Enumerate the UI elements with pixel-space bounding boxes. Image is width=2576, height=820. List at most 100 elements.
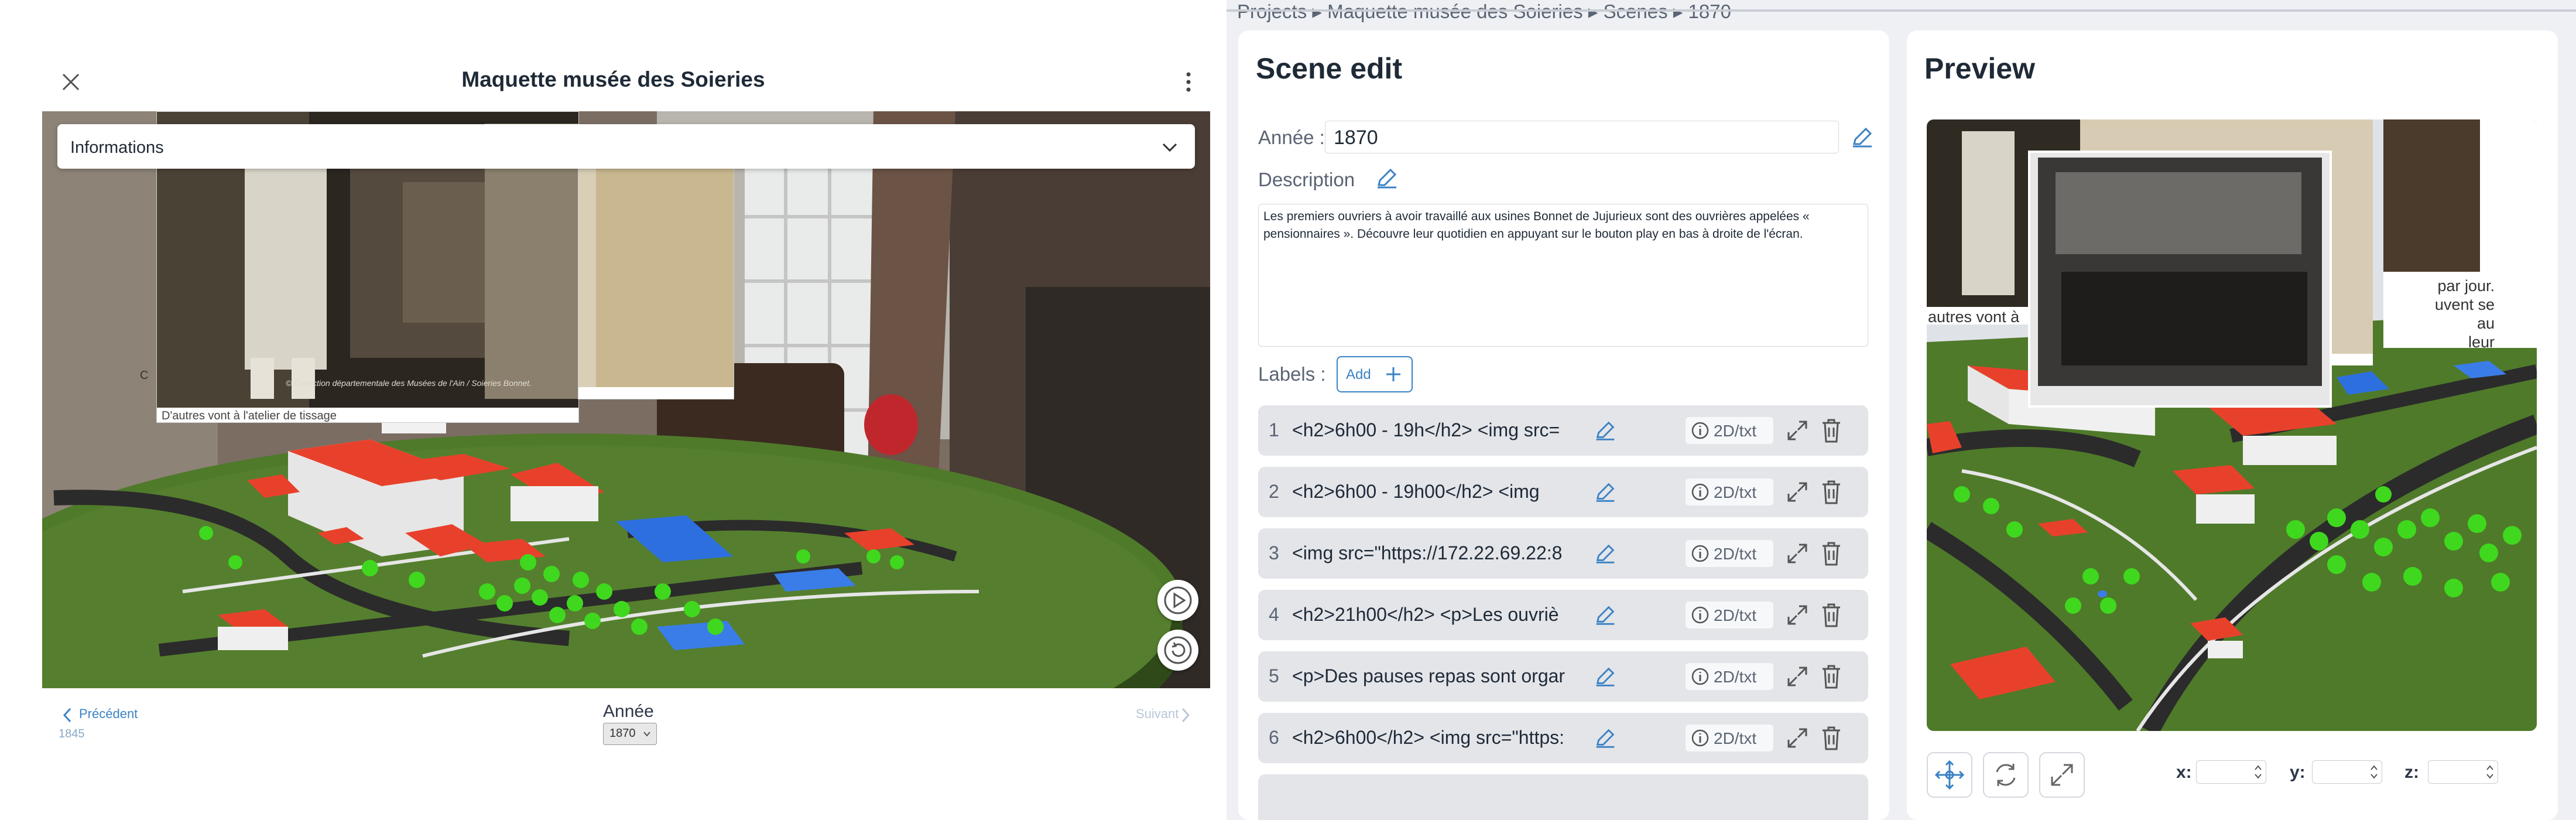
expand-icon[interactable] bbox=[1785, 726, 1810, 750]
info-icon bbox=[1691, 483, 1709, 501]
add-label-button[interactable]: Add bbox=[1337, 356, 1413, 392]
preview-panel: Preview autres vont à par jour. uvent se… bbox=[1907, 30, 2558, 820]
scene-navigation: Précédent 1845 Année 1870 Suivant bbox=[0, 697, 1227, 767]
label-row[interactable]: 6 <h2>6h00</h2> <img src="https: 2D/txt bbox=[1258, 713, 1868, 763]
description-label: Description bbox=[1258, 169, 1355, 190]
expand-icon bbox=[2051, 764, 2073, 786]
trash-icon[interactable] bbox=[1819, 540, 1844, 567]
edit-pencil-icon[interactable] bbox=[1593, 726, 1618, 750]
label-row-partial[interactable] bbox=[1258, 774, 1868, 820]
background-photo-card bbox=[578, 146, 734, 399]
expand-icon[interactable] bbox=[1785, 480, 1810, 504]
move-tool-button[interactable] bbox=[1927, 752, 1972, 798]
label-content: <h2>21h00</h2> <p>Les ouvriè bbox=[1292, 604, 1559, 625]
label-row[interactable]: 5 <p>Des pauses repas sont orgar 2D/txt bbox=[1258, 651, 1868, 702]
label-content: <h2>6h00 - 19h</h2> <img src= bbox=[1292, 419, 1560, 440]
informations-dropdown[interactable]: Informations bbox=[57, 124, 1195, 169]
preview-caption-line: par jour. bbox=[2437, 277, 2495, 295]
labels-label: Labels : bbox=[1258, 363, 1326, 385]
preview-title: Preview bbox=[1924, 52, 2036, 85]
edit-pencil-icon[interactable] bbox=[1593, 603, 1618, 627]
left-header: Maquette musée des Soieries bbox=[0, 56, 1227, 108]
year-select-value: 1870 bbox=[609, 727, 636, 740]
preview-caption-left: autres vont à bbox=[1928, 308, 2020, 326]
info-icon bbox=[1691, 668, 1709, 685]
page-title: Maquette musée des Soieries bbox=[461, 67, 765, 91]
trash-icon[interactable] bbox=[1819, 663, 1844, 690]
edit-pencil-icon[interactable] bbox=[1849, 124, 1875, 150]
label-type-text: 2D/txt bbox=[1714, 483, 1757, 501]
label-row[interactable]: 2 <h2>6h00 - 19h00</h2> <img 2D/txt bbox=[1258, 467, 1868, 517]
edit-pencil-icon[interactable] bbox=[1593, 418, 1618, 443]
y-coordinate-input[interactable] bbox=[2312, 760, 2382, 784]
rotate-tool-button[interactable] bbox=[1983, 752, 2029, 798]
refresh-icon bbox=[1164, 636, 1192, 664]
label-number: 3 bbox=[1269, 542, 1279, 563]
plus-icon bbox=[1386, 367, 1400, 381]
label-number: 1 bbox=[1269, 419, 1279, 440]
label-type-text: 2D/txt bbox=[1714, 422, 1757, 440]
description-textarea[interactable]: Les premiers ouvriers à avoir travaillé … bbox=[1258, 204, 1868, 347]
move-arrows-icon bbox=[1934, 760, 1965, 790]
preview-caption-right: par jour. uvent se au leur bbox=[2413, 276, 2495, 351]
label-content: <h2>6h00</h2> <img src="https: bbox=[1292, 727, 1565, 748]
label-content: <img src="https://172.22.69.22:8 bbox=[1292, 542, 1563, 563]
label-number: 4 bbox=[1269, 604, 1279, 625]
year-input[interactable]: 1870 bbox=[1325, 121, 1839, 153]
photo-credit: © Collection départementale des Musées d… bbox=[286, 378, 532, 388]
ar-camera-view[interactable]: © Collection départementale des Musées d… bbox=[42, 111, 1210, 688]
label-type-badge[interactable]: 2D/txt bbox=[1686, 725, 1773, 751]
reset-view-button[interactable] bbox=[1157, 630, 1198, 671]
add-label-text: Add bbox=[1346, 367, 1371, 382]
preview-3d-viewport[interactable]: autres vont à par jour. uvent se au leur bbox=[1927, 119, 2537, 731]
expand-icon[interactable] bbox=[1785, 664, 1810, 689]
expand-icon[interactable] bbox=[1785, 418, 1810, 443]
year-select[interactable]: 1870 bbox=[603, 723, 657, 745]
label-type-badge[interactable]: 2D/txt bbox=[1686, 663, 1773, 690]
previous-button[interactable]: Précédent bbox=[79, 706, 138, 722]
more-options-button[interactable] bbox=[1177, 67, 1200, 97]
stepper-icon bbox=[2486, 765, 2493, 779]
next-button[interactable]: Suivant bbox=[1136, 706, 1179, 722]
label-type-badge[interactable]: 2D/txt bbox=[1686, 540, 1773, 567]
expand-icon[interactable] bbox=[1785, 603, 1810, 627]
edit-pencil-icon[interactable] bbox=[1593, 541, 1618, 566]
x-coordinate-label: x: bbox=[2176, 763, 2192, 782]
label-row[interactable]: 4 <h2>21h00</h2> <p>Les ouvriè 2D/txt bbox=[1258, 590, 1868, 640]
edit-pencil-icon[interactable] bbox=[1593, 664, 1618, 689]
play-button[interactable] bbox=[1157, 580, 1198, 621]
info-icon bbox=[1691, 606, 1709, 624]
edit-pencil-icon[interactable] bbox=[1374, 165, 1400, 191]
info-icon bbox=[1691, 545, 1709, 562]
label-row[interactable]: 1 <h2>6h00 - 19h</h2> <img src= 2D/txt bbox=[1258, 405, 1868, 456]
x-coordinate-input[interactable] bbox=[2196, 760, 2266, 784]
trash-icon[interactable] bbox=[1819, 417, 1844, 444]
scale-tool-button[interactable] bbox=[2039, 752, 2085, 798]
y-coordinate-label: y: bbox=[2290, 763, 2306, 782]
label-row[interactable]: 3 <img src="https://172.22.69.22:8 2D/tx… bbox=[1258, 528, 1868, 579]
trash-icon[interactable] bbox=[1819, 479, 1844, 505]
divider bbox=[1227, 9, 2576, 12]
trash-icon[interactable] bbox=[1819, 602, 1844, 628]
preview-scene bbox=[1927, 119, 2537, 731]
edit-pencil-icon[interactable] bbox=[1593, 480, 1618, 504]
label-type-text: 2D/txt bbox=[1714, 668, 1757, 686]
left-app-window: Maquette musée des Soieries © Collection… bbox=[0, 0, 1227, 820]
year-field-label: Année : bbox=[1258, 127, 1325, 148]
info-icon bbox=[1691, 729, 1709, 747]
label-type-text: 2D/txt bbox=[1714, 729, 1757, 747]
label-type-badge[interactable]: 2D/txt bbox=[1686, 479, 1773, 505]
label-type-text: 2D/txt bbox=[1714, 545, 1757, 563]
label-content: <h2>6h00 - 19h00</h2> <img bbox=[1292, 481, 1540, 502]
z-coordinate-input[interactable] bbox=[2428, 760, 2498, 784]
chevron-down-icon bbox=[1162, 143, 1177, 152]
trash-icon[interactable] bbox=[1819, 725, 1844, 751]
preview-caption-line: uvent se bbox=[2434, 296, 2495, 313]
expand-icon[interactable] bbox=[1785, 541, 1810, 566]
label-type-badge[interactable]: 2D/txt bbox=[1686, 417, 1773, 444]
rotate-icon bbox=[1996, 764, 2016, 786]
label-type-badge[interactable]: 2D/txt bbox=[1686, 602, 1773, 628]
chevron-right-icon bbox=[1181, 708, 1190, 723]
informations-label: Informations bbox=[70, 138, 164, 157]
previous-year: 1845 bbox=[59, 727, 85, 740]
